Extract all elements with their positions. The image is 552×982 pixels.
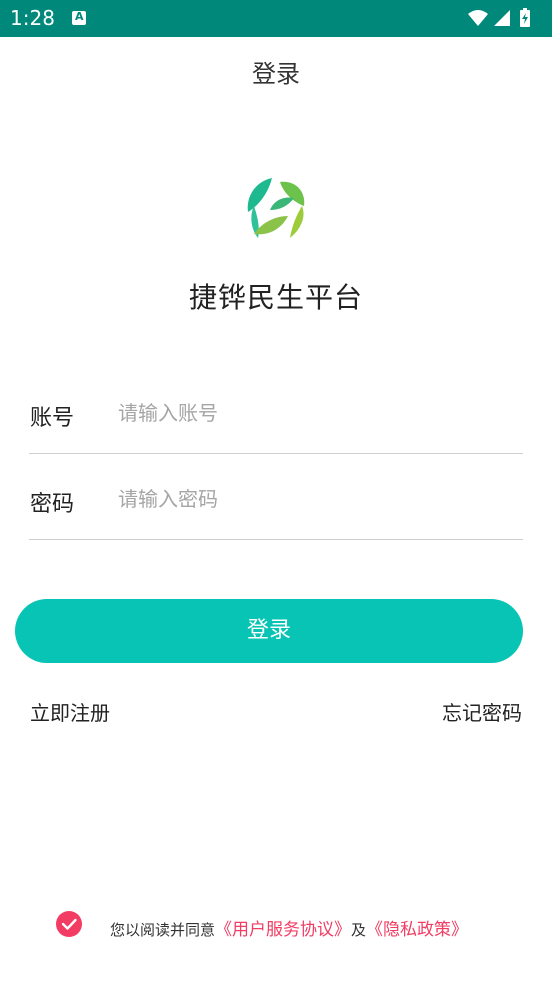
- agreement-checkbox[interactable]: [56, 911, 82, 937]
- forgot-password-link[interactable]: 忘记密码: [442, 697, 522, 726]
- signal-icon: [494, 10, 510, 26]
- agreement-text: 您以阅读并同意《用户服务协议》及《隐私政策》: [110, 915, 468, 940]
- app-name: 捷铧民生平台: [188, 281, 363, 314]
- account-input[interactable]: [118, 396, 508, 430]
- wifi-icon: [468, 10, 488, 26]
- password-row: 密码: [29, 454, 523, 540]
- password-input[interactable]: [118, 482, 508, 516]
- password-label: 密码: [30, 492, 75, 517]
- register-link[interactable]: 立即注册: [30, 697, 110, 726]
- leaf-logo-icon: [244, 176, 308, 240]
- account-label: 账号: [30, 406, 75, 431]
- page-title: 登录: [252, 60, 300, 88]
- agreement: 您以阅读并同意《用户服务协议》及《隐私政策》: [56, 911, 536, 940]
- terms-link[interactable]: 《用户服务协议》: [215, 920, 351, 940]
- agreement-conjunction: 及: [351, 921, 367, 939]
- agreement-prefix: 您以阅读并同意: [110, 921, 216, 939]
- check-icon: [61, 918, 77, 930]
- status-bar: 1:28: [0, 0, 552, 37]
- battery-icon: [520, 8, 530, 27]
- status-time: 1:28: [10, 6, 55, 30]
- status-icons: [466, 8, 542, 28]
- login-button[interactable]: 登录: [15, 599, 523, 663]
- privacy-link[interactable]: 《隐私政策》: [366, 920, 468, 940]
- notification-app-icon: [72, 10, 86, 25]
- account-row: 账号: [29, 368, 523, 454]
